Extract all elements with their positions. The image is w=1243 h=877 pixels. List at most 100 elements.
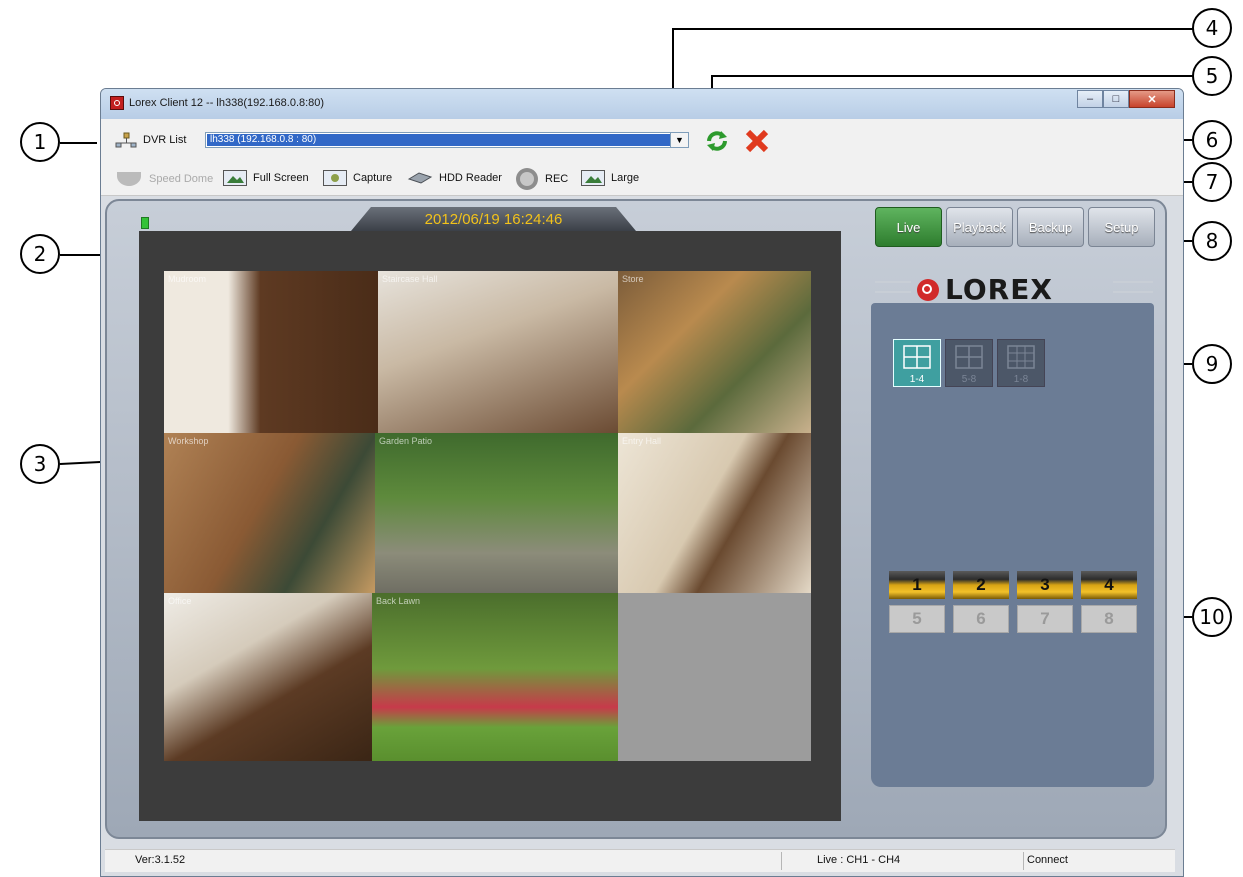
status-led-icon (141, 217, 149, 229)
empty-camera-tile[interactable] (618, 593, 811, 761)
camera-grid: Mudroom Staircase Hall Store Workshop Ga… (164, 271, 811, 761)
camera-tile[interactable]: Mudroom (164, 271, 378, 433)
live-button[interactable]: Live (875, 207, 942, 247)
app-logo-icon (110, 96, 124, 110)
backup-button[interactable]: Backup (1017, 207, 1084, 247)
close-button[interactable]: ✕ (1129, 90, 1175, 108)
camera-name: Office (168, 596, 192, 606)
channel-6-button[interactable]: 6 (953, 605, 1009, 633)
speed-dome-button[interactable]: Speed Dome (115, 170, 213, 188)
callout-6: 6 (1192, 120, 1232, 160)
layout-caption: 1-4 (909, 374, 925, 385)
dvr-list-label: DVR List (143, 134, 187, 146)
dvr-toolbar: DVR List lh338 (192.168.0.8 : 80) ▼ (101, 119, 1183, 162)
channel-buttons: 1 2 3 4 5 6 7 8 (889, 571, 1137, 633)
capture-button[interactable]: Capture (323, 170, 392, 186)
status-bar: Ver:3.1.52 Live : CH1 - CH4 Connect (105, 849, 1175, 872)
connection-status: Connect (1027, 854, 1068, 866)
record-icon (516, 168, 538, 190)
live-channels-text: Live : CH1 - CH4 (817, 854, 901, 866)
app-window: Lorex Client 12 -- lh338(192.168.0.8:80)… (100, 88, 1184, 877)
channel-1-button[interactable]: 1 (889, 571, 945, 599)
callout-3: 3 (20, 444, 60, 484)
callout-10: 10 (1192, 597, 1232, 637)
channel-8-button[interactable]: 8 (1081, 605, 1137, 633)
refresh-button[interactable] (703, 127, 731, 160)
layout-1-4-button[interactable]: 1-4 (893, 339, 941, 387)
callout-4: 4 (1192, 8, 1232, 48)
rec-label: REC (545, 173, 569, 185)
full-screen-icon (223, 170, 247, 186)
capture-label: Capture (353, 172, 393, 184)
title-bar: Lorex Client 12 -- lh338(192.168.0.8:80)… (101, 89, 1183, 119)
camera-tile[interactable]: Garden Patio (375, 433, 618, 593)
full-screen-label: Full Screen (253, 172, 309, 184)
chevron-down-icon[interactable]: ▼ (670, 133, 688, 147)
channel-3-button[interactable]: 3 (1017, 571, 1073, 599)
hdd-reader-label: HDD Reader (439, 172, 502, 184)
camera-tile[interactable]: Staircase Hall (378, 271, 618, 433)
lorex-mark-icon (917, 278, 939, 301)
dvr-list-button[interactable]: DVR List (115, 132, 186, 148)
delete-button[interactable] (743, 127, 771, 160)
mode-buttons: Live Playback Backup Setup (875, 207, 1155, 247)
refresh-icon (707, 131, 727, 151)
hdd-reader-button[interactable]: HDD Reader (407, 170, 502, 186)
channel-7-button[interactable]: 7 (1017, 605, 1073, 633)
logo-text: LOREX (945, 273, 1053, 306)
layout-selector: 1-4 5-8 1-8 (893, 339, 1045, 387)
layout-caption: 5-8 (961, 374, 977, 385)
camera-tile[interactable]: Back Lawn (372, 593, 618, 761)
datetime-tab: 2012/06/19 16:24:46 (351, 207, 636, 231)
callout-1: 1 (20, 122, 60, 162)
large-button[interactable]: Large (581, 170, 639, 186)
large-label: Large (611, 172, 640, 184)
callout-8: 8 (1192, 221, 1232, 261)
camera-icon (323, 170, 347, 186)
speed-dome-icon (117, 172, 141, 186)
camera-tile[interactable]: Workshop (164, 433, 375, 593)
channel-2-button[interactable]: 2 (953, 571, 1009, 599)
channel-4-button[interactable]: 4 (1081, 571, 1137, 599)
large-view-icon (581, 170, 605, 186)
quad-grid-icon (903, 345, 931, 369)
version-text: Ver:3.1.52 (135, 854, 186, 866)
callout-9: 9 (1192, 344, 1232, 384)
camera-name: Entry Hall (622, 436, 662, 446)
callout-2: 2 (20, 234, 60, 274)
setup-button[interactable]: Setup (1088, 207, 1155, 247)
camera-tile[interactable]: Office (164, 593, 372, 761)
camera-tile[interactable]: Store (618, 271, 811, 433)
maximize-button[interactable]: □ (1103, 90, 1129, 108)
playback-button[interactable]: Playback (946, 207, 1013, 247)
datetime-display: 2012/06/19 16:24:46 (424, 211, 563, 228)
dvr-select-dropdown[interactable]: lh338 (192.168.0.8 : 80) ▼ (205, 132, 689, 148)
camera-tile[interactable]: Entry Hall (618, 433, 811, 593)
camera-name: Mudroom (168, 274, 207, 284)
nine-grid-icon (1007, 345, 1035, 369)
rec-button[interactable]: REC (515, 167, 568, 191)
window-title: Lorex Client 12 -- lh338(192.168.0.8:80) (129, 97, 325, 109)
callout-7: 7 (1192, 162, 1232, 202)
camera-name: Garden Patio (379, 436, 433, 446)
dvr-selected-value: lh338 (192.168.0.8 : 80) (207, 134, 670, 146)
network-icon (115, 132, 137, 148)
lorex-logo: LOREX (917, 273, 1053, 306)
callout-5: 5 (1192, 56, 1232, 96)
brand-row: LOREX (875, 271, 1155, 306)
camera-name: Staircase Hall (382, 274, 438, 284)
minimize-button[interactable]: – (1077, 90, 1103, 108)
control-panel: Live Playback Backup Setup LOREX 1-4 5-8… (867, 201, 1159, 831)
layout-5-8-button[interactable]: 5-8 (945, 339, 993, 387)
layout-caption: 1-8 (1013, 374, 1029, 385)
camera-name: Store (622, 274, 644, 284)
action-toolbar: Speed Dome Full Screen Capture HDD Reade… (101, 161, 1183, 196)
video-display-area: Mudroom Staircase Hall Store Workshop Ga… (139, 231, 841, 821)
speed-dome-label: Speed Dome (149, 173, 214, 185)
client-area: 2012/06/19 16:24:46 Mudroom Staircase Ha… (105, 199, 1167, 839)
camera-name: Back Lawn (376, 596, 421, 606)
layout-1-8-button[interactable]: 1-8 (997, 339, 1045, 387)
full-screen-button[interactable]: Full Screen (223, 170, 309, 186)
quad-grid-icon (955, 345, 983, 369)
channel-5-button[interactable]: 5 (889, 605, 945, 633)
